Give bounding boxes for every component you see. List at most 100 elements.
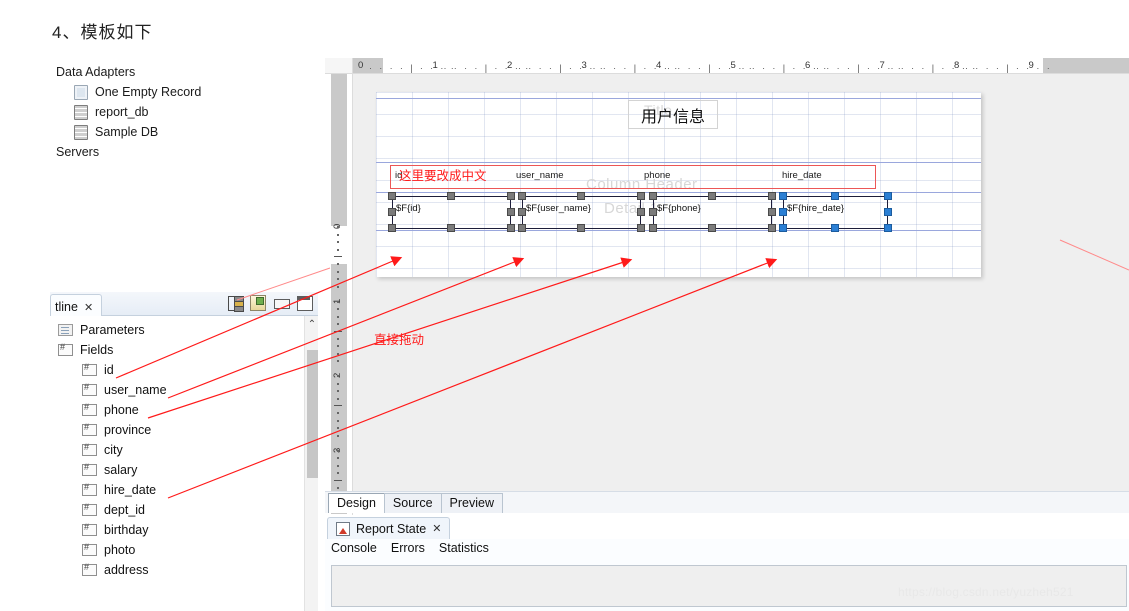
outline-scrollbar[interactable]: ⌃ <box>304 316 318 611</box>
resize-handle[interactable] <box>649 208 657 216</box>
minimize-icon[interactable] <box>273 295 290 311</box>
outline-toolbar <box>227 295 313 311</box>
report-state-label: Report State <box>356 521 427 536</box>
ruler-subtick <box>337 270 339 273</box>
resize-handle[interactable] <box>768 208 776 216</box>
subtab-statistics[interactable]: Statistics <box>439 541 489 555</box>
outline-item-city[interactable]: city <box>54 440 302 460</box>
resize-handle[interactable] <box>779 192 787 200</box>
outline-item-fields[interactable]: Fields <box>54 340 302 360</box>
properties-icon[interactable] <box>250 295 266 311</box>
resize-handle[interactable] <box>768 224 776 232</box>
servers-root[interactable]: Servers <box>52 142 292 162</box>
outline-item-user_name[interactable]: user_name <box>54 380 302 400</box>
resize-handle[interactable] <box>831 224 839 232</box>
detail-field-hire_date[interactable]: $F{hire_date} <box>779 192 892 232</box>
tab-report-state[interactable]: Report State ✕ <box>327 517 451 539</box>
resize-handle[interactable] <box>884 208 892 216</box>
tab-outline[interactable]: tline ✕ <box>50 294 103 316</box>
resize-handle[interactable] <box>388 224 396 232</box>
data-adapter-label: Sample DB <box>95 125 159 139</box>
resize-handle[interactable] <box>779 224 787 232</box>
ruler-tick: 6 <box>805 60 811 71</box>
hierarchy-icon[interactable] <box>227 295 244 311</box>
outline-item-province[interactable]: province <box>54 420 302 440</box>
resize-handle[interactable] <box>637 208 645 216</box>
outline-item-salary[interactable]: salary <box>54 460 302 480</box>
tab-source[interactable]: Source <box>383 493 442 513</box>
data-adapter-item[interactable]: Sample DB <box>52 122 292 142</box>
resize-handle[interactable] <box>649 192 657 200</box>
resize-handle[interactable] <box>649 224 657 232</box>
outline-item-address[interactable]: address <box>54 560 302 580</box>
resize-handle[interactable] <box>708 224 716 232</box>
resize-handle[interactable] <box>708 192 716 200</box>
ruler-subtick <box>337 412 339 415</box>
maximize-icon[interactable] <box>296 295 313 311</box>
subtab-console[interactable]: Console <box>331 541 377 555</box>
resize-handle[interactable] <box>518 208 526 216</box>
scroll-up-icon[interactable]: ⌃ <box>305 316 318 332</box>
resize-handle[interactable] <box>831 192 839 200</box>
outline-item-label: user_name <box>104 383 167 397</box>
data-adapter-item[interactable]: One Empty Record <box>52 82 292 102</box>
data-adapters-panel: Data Adapters One Empty Record report_db… <box>52 62 292 162</box>
outline-item-parameters[interactable]: Parameters <box>54 320 302 340</box>
outline-item-label: salary <box>104 463 138 477</box>
tab-preview[interactable]: Preview <box>440 493 503 513</box>
ruler-subtick <box>337 375 339 378</box>
resize-handle[interactable] <box>507 192 515 200</box>
resize-handle[interactable] <box>779 208 787 216</box>
resize-handle[interactable] <box>507 208 515 216</box>
ruler-subtick <box>337 263 339 266</box>
tab-design[interactable]: Design <box>328 493 385 513</box>
detail-field-user_name[interactable]: $F{user_name} <box>518 192 645 232</box>
ruler-corner <box>325 58 353 74</box>
field-icon <box>82 502 97 516</box>
field-icon <box>82 402 97 416</box>
resize-handle[interactable] <box>577 192 585 200</box>
close-icon[interactable]: ✕ <box>432 522 441 535</box>
outline-item-phone[interactable]: phone <box>54 400 302 420</box>
ruler-subtick <box>334 405 342 406</box>
resize-handle[interactable] <box>507 224 515 232</box>
outline-item-label: hire_date <box>104 483 157 497</box>
resize-handle[interactable] <box>518 224 526 232</box>
resize-handle[interactable] <box>637 192 645 200</box>
outline-item-dept_id[interactable]: dept_id <box>54 500 302 520</box>
outline-item-label: id <box>104 363 114 377</box>
resize-handle[interactable] <box>518 192 526 200</box>
band-separator <box>376 98 981 99</box>
resize-handle[interactable] <box>577 224 585 232</box>
annotation-drag-directly: 直接拖动 <box>374 333 425 347</box>
ruler-subtick <box>337 419 339 422</box>
ruler-subtick <box>337 233 339 236</box>
detail-field-id[interactable]: $F{id} <box>388 192 515 232</box>
resize-handle[interactable] <box>447 224 455 232</box>
ruler-subtick <box>337 390 339 393</box>
ruler-subtick <box>337 464 339 467</box>
title-text-element[interactable]: 用户信息 <box>628 100 718 129</box>
design-canvas[interactable]: Title 用户信息 Column Header id user_name ph… <box>353 74 1129 513</box>
close-icon[interactable]: ✕ <box>84 301 93 314</box>
field-expression: $F{phone} <box>657 203 701 214</box>
resize-handle[interactable] <box>884 192 892 200</box>
outline-item-birthday[interactable]: birthday <box>54 520 302 540</box>
report-page[interactable]: Title 用户信息 Column Header id user_name ph… <box>376 92 981 277</box>
resize-handle[interactable] <box>768 192 776 200</box>
subtab-errors[interactable]: Errors <box>391 541 425 555</box>
outline-item-hire_date[interactable]: hire_date <box>54 480 302 500</box>
annotation-change-to-chinese: 这里要改成中文 <box>399 169 487 183</box>
outline-item-photo[interactable]: photo <box>54 540 302 560</box>
resize-handle[interactable] <box>884 224 892 232</box>
resize-handle[interactable] <box>637 224 645 232</box>
resize-handle[interactable] <box>388 208 396 216</box>
report-designer: 0 · · · · | · · · · 1 · · · · | · · · · 2 · ·… <box>325 58 1129 611</box>
data-adapters-root[interactable]: Data Adapters <box>52 62 292 82</box>
data-adapter-item[interactable]: report_db <box>52 102 292 122</box>
resize-handle[interactable] <box>447 192 455 200</box>
outline-item-id[interactable]: id <box>54 360 302 380</box>
detail-field-phone[interactable]: $F{phone} <box>649 192 776 232</box>
resize-handle[interactable] <box>388 192 396 200</box>
scrollbar-thumb[interactable] <box>307 350 318 478</box>
